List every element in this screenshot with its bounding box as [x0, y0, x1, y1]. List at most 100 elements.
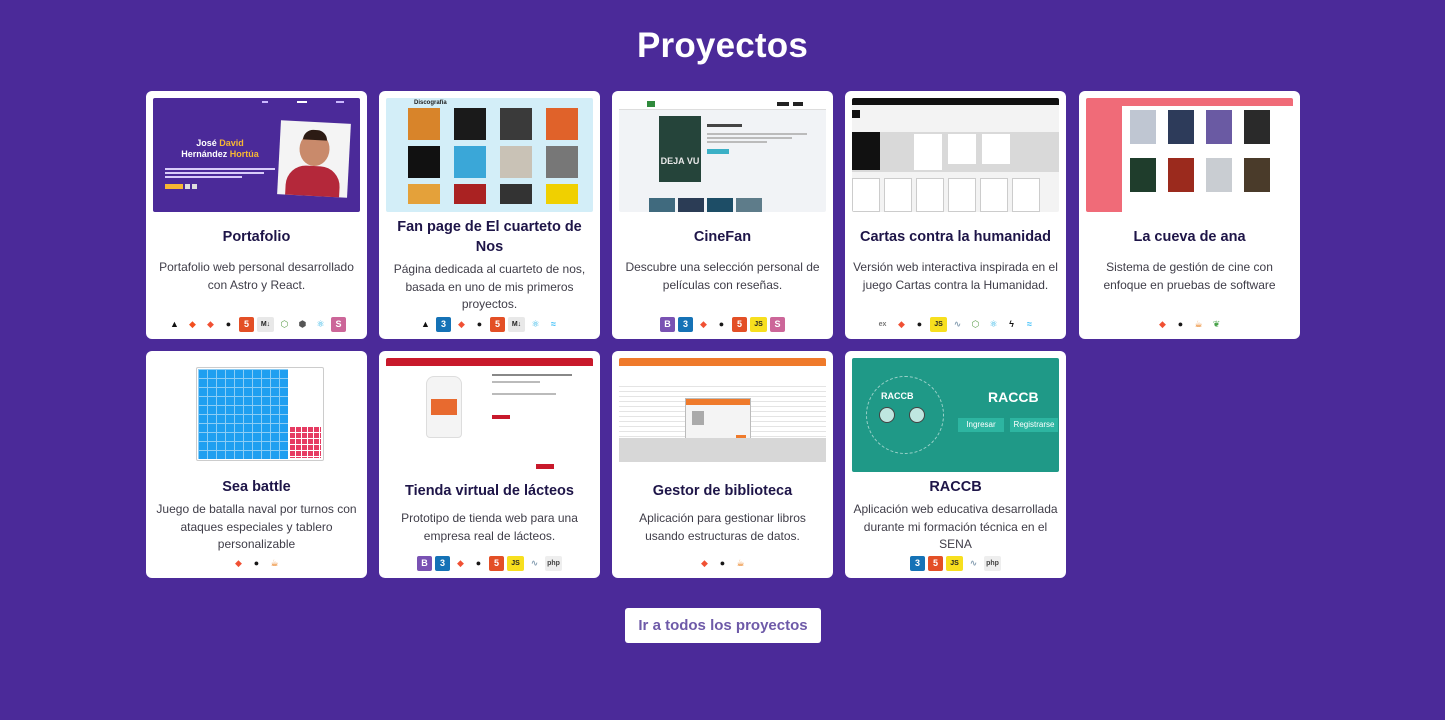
javascript-icon: JS	[507, 555, 524, 571]
project-thumbnail	[619, 358, 826, 472]
mysql-icon: ∿	[953, 318, 962, 329]
bootstrap-icon: B	[660, 316, 675, 332]
astro-icon: ▲	[170, 318, 179, 329]
project-card-sea-battle[interactable]: Sea battle Juego de batalla naval por tu…	[146, 351, 367, 578]
project-card-biblioteca[interactable]: Gestor de biblioteca Aplicación para ges…	[612, 351, 833, 578]
mongodb-icon: ❦	[1212, 318, 1221, 329]
project-title: La cueva de ana	[1133, 229, 1246, 245]
php-icon: php	[545, 555, 562, 571]
git-icon: ◆	[207, 318, 214, 329]
tech-stack: ex ◆ ● JS ∿ ⬡ ⚛ ϟ ≈	[845, 316, 1066, 332]
project-card-raccb[interactable]: RACCB RACCB Ingresar Registrarse RACCB A…	[845, 351, 1066, 578]
markdown-icon: M↓	[508, 316, 525, 332]
thumb-nav	[248, 101, 358, 105]
thumb-profile-photo	[277, 120, 351, 198]
thumb-badges	[165, 184, 205, 189]
html5-icon: 5	[489, 555, 504, 571]
thumb-album-grid	[408, 108, 578, 204]
css3-icon: 3	[910, 555, 925, 571]
project-card-cinefan[interactable]: DEJA VU CineFan Descubre una selección p…	[612, 91, 833, 339]
project-thumbnail: DEJA VU	[619, 98, 826, 212]
project-card-cuarteto[interactable]: Discografía Fan page de El cuarteto de N…	[379, 91, 600, 339]
project-thumbnail	[386, 358, 593, 472]
project-thumbnail	[1086, 98, 1293, 212]
project-title: CineFan	[693, 229, 752, 245]
project-thumbnail: José David Hernández Hortúa	[153, 98, 360, 212]
thumb-buy-button	[536, 464, 554, 469]
html5-icon: 5	[490, 316, 505, 332]
project-title: Tienda virtual de lácteos	[405, 483, 574, 499]
html5-icon: 5	[239, 316, 254, 332]
project-description: Sistema de gestión de cine con enfoque e…	[1103, 260, 1276, 292]
thumb-table	[852, 132, 1059, 172]
project-thumbnail: RACCB RACCB Ingresar Registrarse	[852, 358, 1059, 472]
javascript-icon: JS	[930, 316, 947, 332]
react-icon: ⚛	[989, 318, 998, 329]
project-title: Gestor de biblioteca	[652, 483, 793, 499]
thumb-circle-logo: RACCB	[866, 376, 944, 454]
thumb-poster: DEJA VU	[659, 116, 701, 182]
socketio-icon: ϟ	[1009, 318, 1014, 329]
git-icon: ◆	[458, 318, 465, 329]
project-card-tienda[interactable]: Tienda virtual de lácteos Prototipo de t…	[379, 351, 600, 578]
tech-stack: B 3 ◆ ● 5 JS S	[612, 316, 833, 332]
thumb-register-button: Registrarse	[1010, 418, 1058, 432]
php-icon: php	[984, 555, 1001, 571]
thumb-topbar	[852, 98, 1059, 105]
thumb-topbar	[386, 358, 593, 366]
tech-stack: ▲ 3 ◆ ● 5 M↓ ⚛ ≈	[379, 316, 600, 332]
git-icon: ◆	[700, 318, 707, 329]
github-icon: ●	[253, 557, 260, 568]
all-projects-button[interactable]: Ir a todos los proyectos	[625, 608, 821, 643]
thumb-enemy-board	[289, 426, 321, 458]
tech-stack: ◆ ● ☕ ❦	[1079, 316, 1300, 332]
css3-icon: 3	[435, 555, 450, 571]
thumb-login-button: Ingresar	[958, 418, 1004, 432]
thumb-heading: Discografía	[414, 100, 447, 106]
java-icon: ☕	[736, 557, 745, 568]
css3-icon: 3	[678, 316, 693, 332]
github-icon: ●	[718, 318, 725, 329]
project-description: Versión web interactiva inspirada en el …	[853, 260, 1058, 292]
project-title: Sea battle	[222, 479, 291, 495]
project-thumbnail	[852, 98, 1059, 212]
project-card-cartas[interactable]: Cartas contra la humanidad Versión web i…	[845, 91, 1066, 339]
project-description: Portafolio web personal desarrollado con…	[159, 260, 354, 292]
thumb-hand	[852, 178, 1059, 212]
project-description: Descubre una selección personal de pelíc…	[625, 260, 820, 292]
project-description: Prototipo de tienda web para una empresa…	[401, 511, 578, 543]
thumb-logo	[852, 110, 860, 118]
project-description: Juego de batalla naval por turnos con at…	[156, 502, 357, 551]
react-icon: ⚛	[316, 318, 325, 329]
bootstrap-icon: B	[417, 555, 432, 571]
project-card-cueva[interactable]: La cueva de ana Sistema de gestión de ci…	[1079, 91, 1300, 339]
tech-stack: ◆ ● ☕	[612, 555, 833, 571]
sass-icon: S	[770, 316, 785, 332]
thumb-topbar	[1086, 98, 1293, 106]
github-icon: ●	[1177, 318, 1184, 329]
thumb-overlay	[619, 438, 826, 462]
project-card-portafolio[interactable]: José David Hernández Hortúa Portafolio P…	[146, 91, 367, 339]
thumb-navbar	[619, 98, 826, 110]
project-title: Fan page de El cuarteto de Nos	[397, 219, 582, 255]
figma-icon: ◆	[189, 318, 196, 329]
mysql-icon: ∿	[530, 557, 539, 568]
project-thumbnail	[196, 367, 324, 461]
html5-icon: 5	[732, 316, 747, 332]
thumb-posters	[1130, 110, 1270, 192]
tech-stack: B 3 ◆ ● 5 JS ∿ php	[379, 555, 600, 571]
thumb-text	[707, 124, 807, 154]
github-icon: ●	[916, 318, 923, 329]
github-icon: ●	[719, 557, 726, 568]
astro-icon: ▲	[421, 318, 430, 329]
git-icon: ◆	[457, 557, 464, 568]
javascript-icon: JS	[750, 316, 767, 332]
tech-stack: 3 5 JS ∿ php	[845, 555, 1066, 571]
express-icon: ex	[878, 320, 887, 328]
sass-icon: S	[331, 316, 346, 332]
thumb-product-info	[492, 374, 572, 419]
thumb-board	[198, 369, 288, 459]
thumb-related	[649, 198, 762, 212]
project-title: Cartas contra la humanidad	[860, 229, 1051, 245]
nodejs-icon: ⬡	[280, 318, 289, 329]
